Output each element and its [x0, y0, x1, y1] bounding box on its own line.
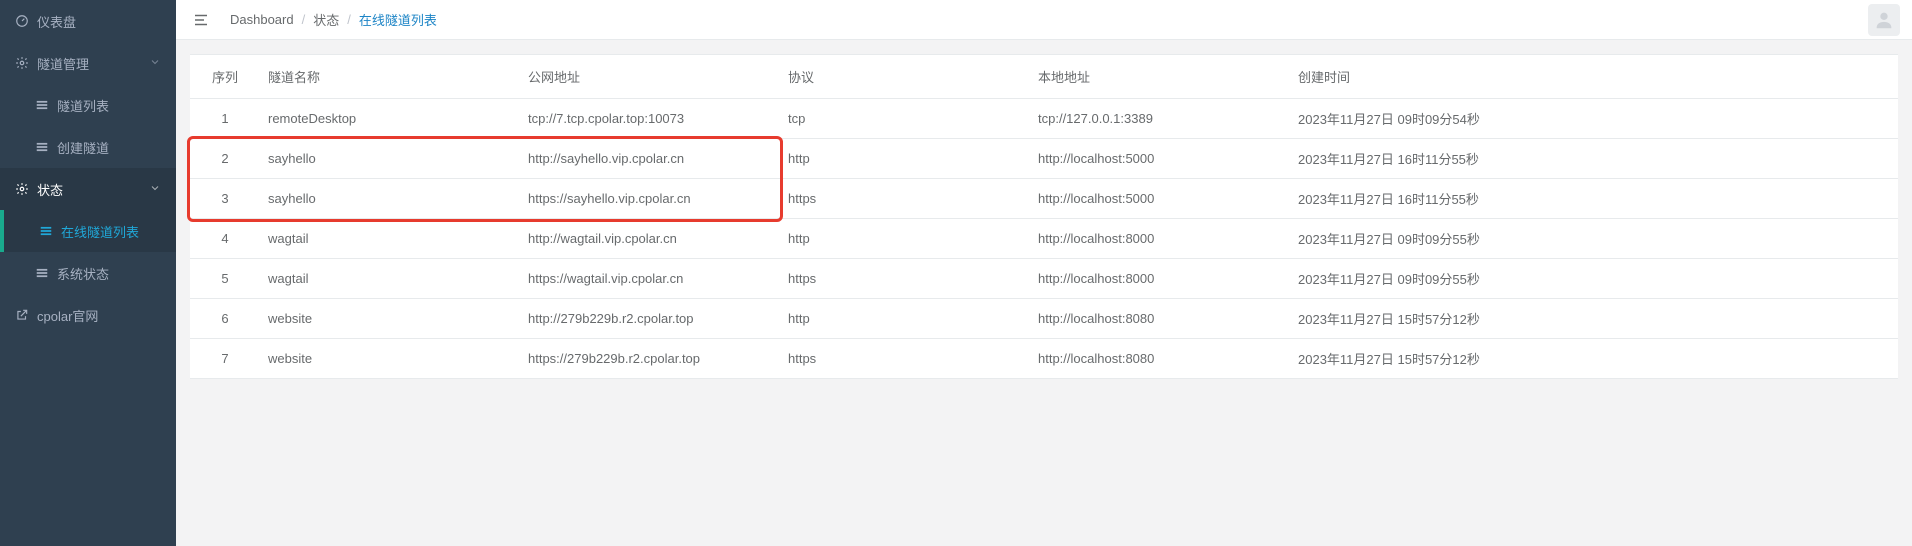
grid-icon: [35, 266, 49, 280]
th-time: 创建时间: [1290, 55, 1898, 99]
cell-time: 2023年11月27日 09时09分55秒: [1290, 219, 1898, 259]
cell-local: http://localhost:5000: [1030, 179, 1290, 219]
cell-proto: http: [780, 299, 1030, 339]
cell-time: 2023年11月27日 15时57分12秒: [1290, 339, 1898, 379]
cell-time: 2023年11月27日 16时11分55秒: [1290, 179, 1898, 219]
breadcrumb-item[interactable]: Dashboard: [230, 12, 294, 27]
cell-pub: https://sayhello.vip.cpolar.cn: [520, 179, 780, 219]
cell-name: sayhello: [260, 179, 520, 219]
cell-seq: 5: [190, 259, 260, 299]
cell-proto: https: [780, 179, 1030, 219]
cell-name: website: [260, 299, 520, 339]
th-local: 本地地址: [1030, 55, 1290, 99]
cell-name: wagtail: [260, 219, 520, 259]
tunnel-table: 序列 隧道名称 公网地址 协议 本地地址 创建时间 1remoteDesktop…: [190, 54, 1898, 379]
sidebar-item-label: 系统状态: [57, 264, 161, 283]
cell-seq: 7: [190, 339, 260, 379]
th-seq: 序列: [190, 55, 260, 99]
cell-time: 2023年11月27日 16时11分55秒: [1290, 139, 1898, 179]
cell-proto: https: [780, 339, 1030, 379]
cell-name: sayhello: [260, 139, 520, 179]
cell-name: website: [260, 339, 520, 379]
cell-pub: http://sayhello.vip.cpolar.cn: [520, 139, 780, 179]
table-row[interactable]: 5wagtailhttps://wagtail.vip.cpolar.cnhtt…: [190, 259, 1898, 299]
cell-seq: 3: [190, 179, 260, 219]
cell-local: http://localhost:8000: [1030, 259, 1290, 299]
cell-proto: https: [780, 259, 1030, 299]
cell-name: remoteDesktop: [260, 99, 520, 139]
cell-local: http://localhost:8080: [1030, 299, 1290, 339]
breadcrumb: Dashboard / 状态 / 在线隧道列表: [230, 10, 437, 29]
sidebar-item-active[interactable]: 在线隧道列表: [0, 210, 176, 252]
table-row[interactable]: 4wagtailhttp://wagtail.vip.cpolar.cnhttp…: [190, 219, 1898, 259]
grid-icon: [39, 224, 53, 238]
cell-time: 2023年11月27日 15时57分12秒: [1290, 299, 1898, 339]
breadcrumb-sep: /: [302, 12, 306, 27]
breadcrumb-item[interactable]: 状态: [313, 10, 339, 29]
dashboard-icon: [15, 14, 29, 28]
cell-seq: 1: [190, 99, 260, 139]
cell-seq: 4: [190, 219, 260, 259]
sidebar-item-label: cpolar官网: [37, 306, 161, 325]
table-row[interactable]: 6websitehttp://279b229b.r2.cpolar.tophtt…: [190, 299, 1898, 339]
sidebar-item-label: 状态: [37, 180, 149, 199]
sidebar-item[interactable]: 隧道管理: [0, 42, 176, 84]
cell-local: http://localhost:8080: [1030, 339, 1290, 379]
cell-local: http://localhost:8000: [1030, 219, 1290, 259]
breadcrumb-sep: /: [347, 12, 351, 27]
topbar: Dashboard / 状态 / 在线隧道列表: [176, 0, 1912, 40]
table-row[interactable]: 2sayhellohttp://sayhello.vip.cpolar.cnht…: [190, 139, 1898, 179]
table-row[interactable]: 7websitehttps://279b229b.r2.cpolar.topht…: [190, 339, 1898, 379]
cell-pub: https://wagtail.vip.cpolar.cn: [520, 259, 780, 299]
th-proto: 协议: [780, 55, 1030, 99]
tunnel-table-panel: 序列 隧道名称 公网地址 协议 本地地址 创建时间 1remoteDesktop…: [190, 54, 1898, 379]
cell-seq: 6: [190, 299, 260, 339]
cell-time: 2023年11月27日 09时09分54秒: [1290, 99, 1898, 139]
sidebar-item[interactable]: cpolar官网: [0, 294, 176, 336]
sidebar-item[interactable]: 创建隧道: [0, 126, 176, 168]
cell-pub: http://279b229b.r2.cpolar.top: [520, 299, 780, 339]
avatar[interactable]: [1868, 4, 1900, 36]
grid-icon: [35, 98, 49, 112]
breadcrumb-current: 在线隧道列表: [359, 10, 437, 29]
sidebar-item-label: 在线隧道列表: [61, 222, 161, 241]
sidebar-item[interactable]: 仪表盘: [0, 0, 176, 42]
cell-local: tcp://127.0.0.1:3389: [1030, 99, 1290, 139]
cell-time: 2023年11月27日 09时09分55秒: [1290, 259, 1898, 299]
cell-seq: 2: [190, 139, 260, 179]
sidebar-item-label: 隧道管理: [37, 54, 149, 73]
sidebar-item-label: 创建隧道: [57, 138, 161, 157]
th-pub: 公网地址: [520, 55, 780, 99]
gear-icon: [15, 182, 29, 196]
cell-pub: http://wagtail.vip.cpolar.cn: [520, 219, 780, 259]
cell-local: http://localhost:5000: [1030, 139, 1290, 179]
grid-icon: [35, 140, 49, 154]
menu-toggle-icon[interactable]: [192, 11, 210, 29]
cell-pub: https://279b229b.r2.cpolar.top: [520, 339, 780, 379]
th-name: 隧道名称: [260, 55, 520, 99]
cell-proto: http: [780, 139, 1030, 179]
sidebar-item[interactable]: 系统状态: [0, 252, 176, 294]
sidebar-item-label: 仪表盘: [37, 12, 161, 31]
gear-icon: [15, 56, 29, 70]
table-row[interactable]: 1remoteDesktoptcp://7.tcp.cpolar.top:100…: [190, 99, 1898, 139]
sidebar-item-label: 隧道列表: [57, 96, 161, 115]
cell-pub: tcp://7.tcp.cpolar.top:10073: [520, 99, 780, 139]
sidebar-item[interactable]: 隧道列表: [0, 84, 176, 126]
table-header-row: 序列 隧道名称 公网地址 协议 本地地址 创建时间: [190, 55, 1898, 99]
sidebar: 仪表盘隧道管理隧道列表创建隧道状态在线隧道列表系统状态 cpolar官网: [0, 0, 176, 546]
chevron-down-icon: [149, 182, 161, 197]
external-icon: [15, 308, 29, 322]
content: 序列 隧道名称 公网地址 协议 本地地址 创建时间 1remoteDesktop…: [176, 40, 1912, 546]
table-row[interactable]: 3sayhellohttps://sayhello.vip.cpolar.cnh…: [190, 179, 1898, 219]
chevron-down-icon: [149, 56, 161, 71]
cell-proto: http: [780, 219, 1030, 259]
sidebar-item[interactable]: 状态: [0, 168, 176, 210]
cell-name: wagtail: [260, 259, 520, 299]
cell-proto: tcp: [780, 99, 1030, 139]
